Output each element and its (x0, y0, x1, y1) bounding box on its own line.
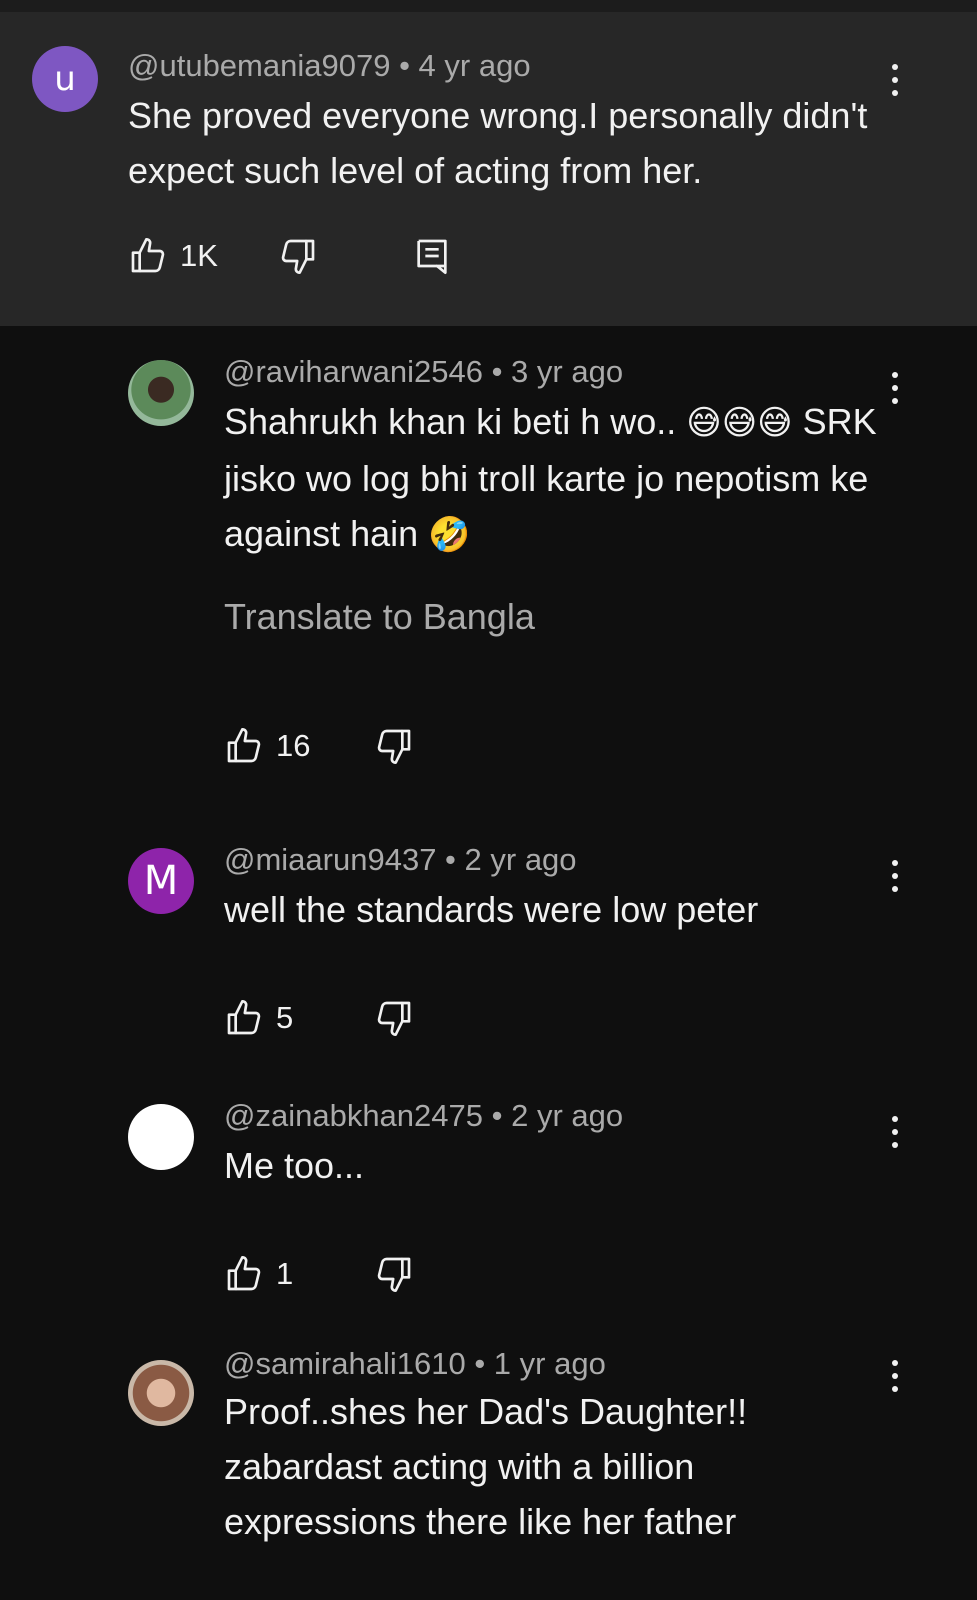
more-vertical-icon (892, 1116, 898, 1122)
reply-icon (417, 239, 447, 274)
thumbs-up-icon (227, 728, 261, 763)
more-vertical-icon (892, 860, 898, 866)
reply-comment: @raviharwani2546 • 3 yr ago Shahrukh kha… (0, 326, 977, 796)
comment-thread-parent: u @utubemania9079 • 4 yr ago She proved … (0, 12, 977, 326)
comment-text: Me too... (224, 1145, 365, 1186)
meta-separator: • (482, 354, 512, 389)
more-options-button[interactable] (880, 1356, 910, 1396)
comment-meta: @zainabkhan2475 • 2 yr ago (224, 1098, 623, 1134)
thumbs-down-icon (281, 239, 315, 274)
like-button[interactable]: 1K (128, 236, 218, 276)
comment-meta: @raviharwani2546 • 3 yr ago (224, 354, 623, 390)
more-vertical-icon (892, 1360, 898, 1366)
meta-separator: • (390, 48, 419, 83)
comment-age[interactable]: 2 yr ago (511, 1098, 623, 1133)
avatar[interactable] (128, 360, 194, 426)
avatar[interactable]: M (128, 848, 194, 914)
translate-link[interactable]: Translate to Bangla (224, 596, 535, 638)
avatar[interactable] (128, 1360, 194, 1426)
more-vertical-icon (892, 372, 898, 378)
thumbs-down-icon (377, 729, 411, 764)
comment-age[interactable]: 4 yr ago (419, 48, 531, 83)
thumbs-up-icon (227, 1256, 261, 1291)
comment-text: Shahrukh khan ki beti h wo.. 😅😅😅 SRK jis… (224, 401, 877, 555)
avatar[interactable] (128, 1104, 194, 1170)
dislike-button[interactable] (374, 1254, 414, 1294)
comment-author[interactable]: @utubemania9079 (128, 48, 390, 83)
avatar[interactable]: u (32, 46, 98, 112)
reply-comment: @zainabkhan2475 • 2 yr ago Me too... 1 (0, 1070, 977, 1310)
comment-age[interactable]: 3 yr ago (511, 354, 623, 389)
dislike-button[interactable] (374, 998, 414, 1038)
emoji: 😅😅😅 (686, 403, 793, 443)
comment-author[interactable]: @zainabkhan2475 (224, 1098, 483, 1133)
reply-button[interactable] (412, 236, 452, 276)
comment-text: She proved everyone wrong.I personally d… (128, 95, 868, 191)
like-count: 16 (276, 728, 311, 763)
emoji: 🤣 (428, 515, 471, 555)
like-count: 1K (180, 238, 218, 273)
like-button[interactable]: 5 (224, 998, 293, 1038)
comment-meta: @miaarun9437 • 2 yr ago (224, 842, 577, 878)
comment-author[interactable]: @miaarun9437 (224, 842, 436, 877)
dislike-button[interactable] (374, 726, 414, 766)
like-button[interactable]: 1 (224, 1254, 293, 1294)
comment-author[interactable]: @samirahali1610 (224, 1346, 466, 1381)
comment-text: well the standards were low peter (224, 889, 759, 930)
like-count: 5 (276, 1000, 294, 1035)
meta-separator: • (465, 1346, 494, 1381)
comment-text: Proof..shes her Dad's Daughter!! zabarda… (224, 1391, 748, 1542)
thumbs-down-icon (377, 1001, 411, 1036)
thumbs-down-icon (377, 1257, 411, 1292)
comment-age[interactable]: 1 yr ago (494, 1346, 606, 1381)
meta-separator: • (483, 1098, 512, 1133)
comment-meta: @samirahali1610 • 1 yr ago (224, 1346, 606, 1382)
meta-separator: • (436, 842, 465, 877)
like-button[interactable]: 16 (224, 726, 310, 766)
more-vertical-icon (892, 64, 898, 70)
thumbs-up-icon (227, 1000, 261, 1035)
comment-age[interactable]: 2 yr ago (465, 842, 577, 877)
comment-author[interactable]: @raviharwani2546 (224, 354, 483, 389)
dislike-button[interactable] (278, 236, 318, 276)
like-count: 1 (276, 1256, 294, 1291)
thumbs-up-icon (131, 238, 165, 273)
reply-comment: M @miaarun9437 • 2 yr ago well the stand… (0, 814, 977, 1054)
reply-comment: @samirahali1610 • 1 yr ago Proof..shes h… (0, 1326, 977, 1600)
comment-meta: @utubemania9079 • 4 yr ago (128, 48, 531, 84)
top-divider (0, 0, 977, 12)
